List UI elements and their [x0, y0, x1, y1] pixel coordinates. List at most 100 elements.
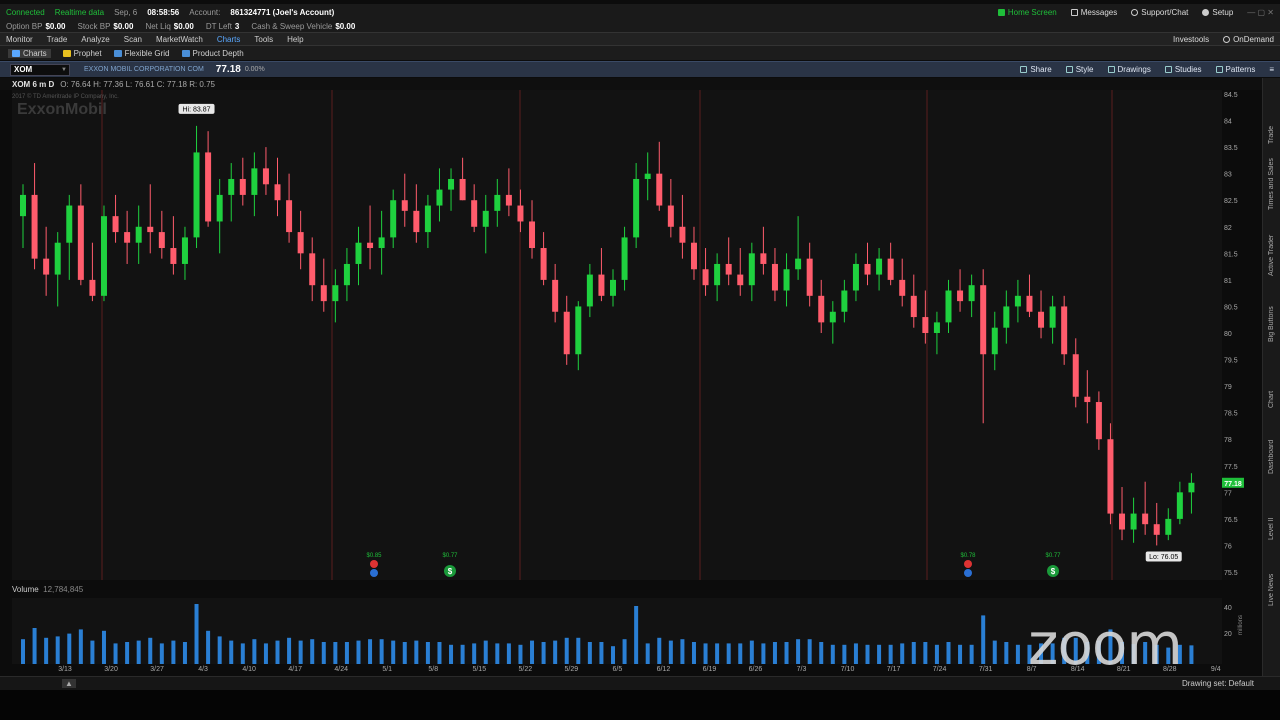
subtab-prophet[interactable]: Prophet: [62, 49, 102, 58]
support-chat-button[interactable]: Support/Chat: [1131, 8, 1188, 17]
candle[interactable]: [667, 178, 674, 238]
candle[interactable]: [1095, 391, 1102, 450]
candle[interactable]: [413, 184, 420, 243]
candle[interactable]: [702, 248, 709, 296]
candle[interactable]: [424, 194, 431, 249]
candle[interactable]: [598, 248, 605, 302]
candle[interactable]: [343, 248, 350, 302]
candle[interactable]: [1119, 487, 1126, 541]
subtab-product-depth[interactable]: Product Depth: [181, 49, 244, 58]
menu-item-scan[interactable]: Scan: [124, 35, 142, 44]
candle[interactable]: [228, 163, 235, 222]
tool-patterns[interactable]: Patterns: [1215, 65, 1255, 74]
candle[interactable]: [20, 184, 26, 249]
candle[interactable]: [1188, 473, 1195, 514]
candle[interactable]: [887, 242, 894, 286]
candle[interactable]: [876, 248, 883, 291]
candle[interactable]: [529, 200, 536, 259]
candle[interactable]: [771, 248, 778, 302]
side-tab-live-news[interactable]: Live News: [1268, 544, 1275, 606]
candle[interactable]: [806, 242, 813, 307]
candle[interactable]: [89, 242, 96, 302]
side-tab-level-ii[interactable]: Level II: [1268, 478, 1275, 540]
candle[interactable]: [748, 242, 755, 302]
candle[interactable]: [633, 163, 640, 249]
event-marker-dividend[interactable]: $0.85: [366, 553, 382, 577]
candle[interactable]: [1049, 295, 1056, 344]
candle[interactable]: [1107, 423, 1114, 525]
candle[interactable]: [610, 269, 616, 307]
candle[interactable]: [274, 157, 281, 217]
candle[interactable]: [147, 184, 154, 254]
candle[interactable]: [1176, 481, 1183, 525]
home-screen-button[interactable]: Home Screen: [997, 8, 1057, 17]
collapse-arrow-icon[interactable]: ▲: [62, 679, 76, 688]
candle[interactable]: [181, 226, 188, 280]
menu-item-tools[interactable]: Tools: [254, 35, 273, 44]
candle[interactable]: [31, 163, 38, 270]
candle[interactable]: [586, 263, 593, 318]
menu-item-analyze[interactable]: Analyze: [81, 35, 109, 44]
candle[interactable]: [517, 189, 524, 233]
candle[interactable]: [933, 311, 940, 355]
candle[interactable]: [309, 237, 316, 302]
candle[interactable]: [1072, 338, 1079, 408]
candle[interactable]: [841, 279, 848, 323]
candle[interactable]: [575, 301, 582, 371]
candle[interactable]: [320, 258, 327, 312]
candle[interactable]: [783, 253, 790, 307]
candle[interactable]: [124, 210, 131, 264]
candle[interactable]: [251, 152, 258, 217]
candle[interactable]: [1038, 290, 1045, 339]
menu-item-trade[interactable]: Trade: [47, 35, 68, 44]
candle[interactable]: [760, 226, 767, 275]
tool-studies[interactable]: Studies: [1164, 65, 1202, 74]
candle[interactable]: [239, 157, 246, 206]
ondemand-button[interactable]: OnDemand: [1223, 35, 1274, 44]
messages-button[interactable]: Messages: [1070, 8, 1117, 17]
candle[interactable]: [1061, 295, 1068, 365]
candle[interactable]: [690, 226, 697, 280]
candle[interactable]: [1153, 502, 1160, 546]
candle[interactable]: [563, 295, 570, 365]
price-chart[interactable]: Hi: 83.87 Lo: 76.05 $0.85 $0.77 $ $0.78 $0.77 $: [12, 90, 1222, 580]
price-chart-svg[interactable]: Hi: 83.87 Lo: 76.05 $0.85 $0.77 $ $0.78 $0.77 $: [12, 90, 1222, 580]
candle[interactable]: [552, 263, 559, 323]
candle[interactable]: [459, 157, 466, 201]
menu-item-monitor[interactable]: Monitor: [6, 35, 33, 44]
candle[interactable]: [436, 168, 443, 222]
candle[interactable]: [135, 205, 142, 264]
candle[interactable]: [43, 226, 50, 296]
side-tab-big-buttons[interactable]: Big Buttons: [1268, 280, 1275, 342]
candle[interactable]: [818, 279, 825, 333]
menu-item-charts[interactable]: Charts: [217, 35, 241, 44]
candle[interactable]: [980, 269, 987, 424]
candle[interactable]: [1014, 279, 1021, 323]
candle[interactable]: [945, 279, 952, 333]
price-axis-svg[interactable]: 84.5 84 83.5 83 82.5 82 81.5 81 80.5 80 79.5 79 78.5…: [1222, 90, 1262, 664]
candle[interactable]: [77, 184, 84, 286]
candle[interactable]: [112, 194, 119, 243]
candle[interactable]: [621, 226, 628, 291]
candle[interactable]: [656, 141, 663, 211]
candle[interactable]: [1026, 274, 1033, 318]
candle[interactable]: [829, 301, 836, 344]
candle[interactable]: [852, 253, 859, 302]
candle[interactable]: [378, 210, 385, 275]
candle[interactable]: [540, 232, 547, 286]
side-tab-dashboard[interactable]: Dashboard: [1268, 412, 1275, 474]
tool-style[interactable]: Style: [1065, 65, 1094, 74]
candle[interactable]: [494, 178, 501, 227]
candle[interactable]: [390, 189, 397, 249]
candle[interactable]: [991, 311, 998, 371]
candle[interactable]: [100, 205, 107, 302]
candle[interactable]: [158, 210, 165, 259]
menu-item-help[interactable]: Help: [287, 35, 303, 44]
candle[interactable]: [1130, 497, 1137, 543]
candle[interactable]: [482, 194, 489, 254]
candle[interactable]: [262, 147, 269, 195]
candle[interactable]: [725, 237, 732, 286]
event-marker-dividend[interactable]: $0.78: [960, 553, 976, 577]
candle[interactable]: [864, 242, 871, 286]
candle[interactable]: [355, 226, 362, 286]
